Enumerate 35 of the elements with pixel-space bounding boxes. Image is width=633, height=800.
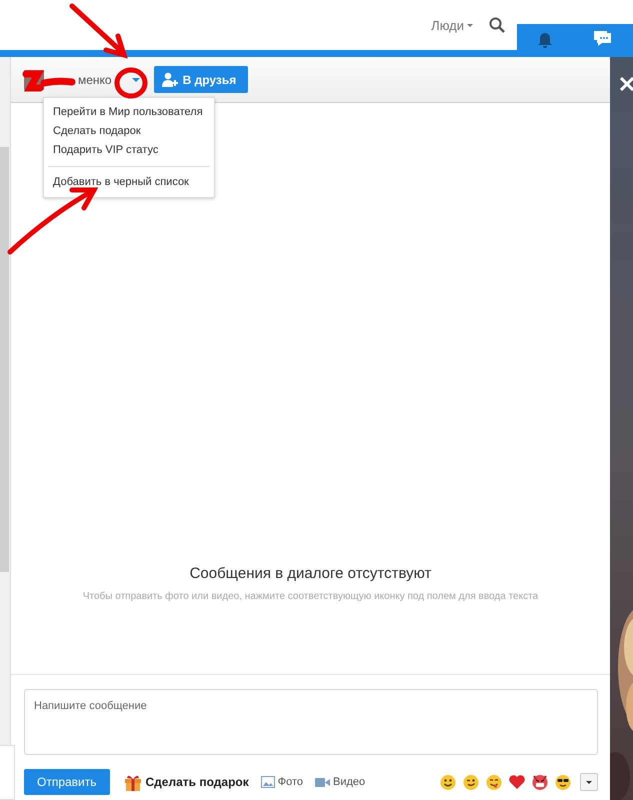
- gift-icon: [124, 773, 142, 791]
- image-icon: [260, 776, 275, 788]
- caret-icon[interactable]: [132, 78, 140, 82]
- empty-dialog-hint: Чтобы отправить фото или видео, нажмите соответствующую иконку под полем для ввода текста: [82, 591, 538, 602]
- sunglasses-emoji-icon[interactable]: [554, 773, 572, 791]
- heart-icon[interactable]: [508, 773, 526, 791]
- smiley-icon[interactable]: [462, 773, 480, 791]
- close-icon[interactable]: [620, 77, 633, 91]
- photo-link[interactable]: Фото: [260, 776, 304, 788]
- video-link[interactable]: Видео: [315, 776, 366, 788]
- send-button[interactable]: Отправить: [24, 769, 110, 795]
- video-camera-icon: [315, 776, 330, 788]
- menu-item[interactable]: Подарить VIP статус: [44, 141, 214, 160]
- menu-item[interactable]: Сделать подарок: [44, 122, 214, 141]
- menu-item[interactable]: Перейти в Мир пользователя: [44, 103, 214, 122]
- gift-link[interactable]: Сделать подарок: [124, 773, 249, 791]
- add-friend-button[interactable]: В друзья: [154, 66, 248, 93]
- empty-dialog-title: Сообщения в диалоге отсутствуют: [190, 565, 432, 582]
- scrollbar[interactable]: [0, 147, 9, 572]
- more-emoji-button[interactable]: [580, 773, 598, 791]
- contact-name[interactable]: менко: [78, 72, 112, 86]
- menu-item[interactable]: Добавить в черный список: [44, 173, 214, 192]
- add-user-icon: [162, 72, 178, 87]
- scribble: [22, 70, 76, 92]
- bell-icon[interactable]: [537, 30, 553, 48]
- chat-icon[interactable]: [593, 30, 613, 48]
- annotation-arrow: [70, 4, 128, 59]
- devil-emoji-icon[interactable]: [531, 773, 549, 791]
- smiley-icon[interactable]: [439, 773, 457, 791]
- search-icon[interactable]: [489, 17, 505, 33]
- people-menu[interactable]: Люди: [431, 18, 473, 32]
- notifications-tab[interactable]: [517, 24, 633, 50]
- smiley-icon[interactable]: [485, 773, 503, 791]
- message-field[interactable]: Напишите сообщение: [24, 689, 598, 755]
- annotation-circle: [114, 68, 148, 98]
